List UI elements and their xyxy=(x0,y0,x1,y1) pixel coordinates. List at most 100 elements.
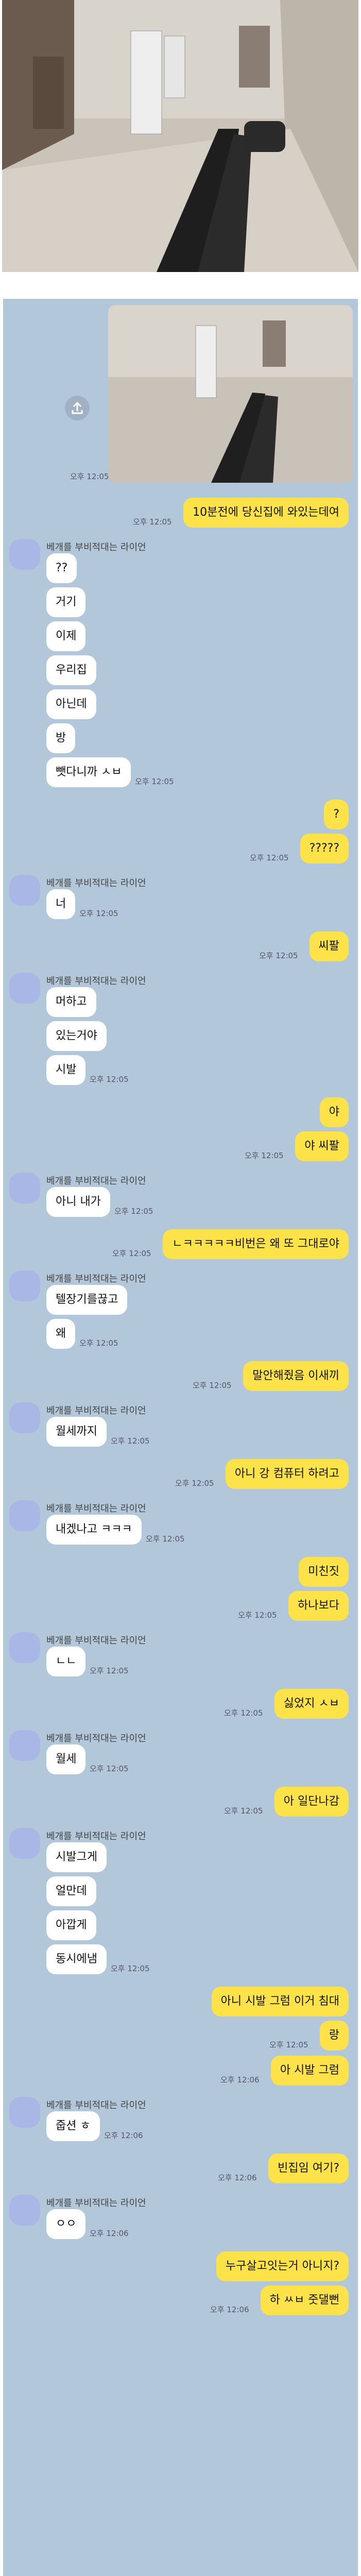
message-time: 오후 12:05 xyxy=(112,1249,151,1258)
message-time: 오후 12:06 xyxy=(220,2075,260,2084)
received-message[interactable]: 내겠나고 ㅋㅋㅋ xyxy=(46,1515,142,1545)
sent-message[interactable]: 아 일단나감 xyxy=(274,1787,349,1817)
sent-message[interactable]: 씨팔 xyxy=(309,931,349,961)
sent-message[interactable]: 아니 시발 그럼 이거 침대 xyxy=(211,1987,349,2016)
received-message[interactable]: 줍션 ㅎ xyxy=(46,2111,100,2141)
message-time: 오후 12:05 xyxy=(250,853,289,862)
avatar[interactable] xyxy=(9,1270,40,1301)
received-message[interactable]: 동시에냄 xyxy=(46,1944,107,1974)
sent-message[interactable]: 랑 xyxy=(319,2021,349,2050)
received-message[interactable]: ㄴㄴ xyxy=(46,1647,86,1676)
received-message[interactable]: 머하고 xyxy=(46,987,96,1017)
avatar[interactable] xyxy=(9,1173,40,1204)
sent-message[interactable]: 미친짓 xyxy=(299,1557,349,1587)
received-message[interactable]: 월세 xyxy=(46,1744,86,1774)
sender-name: 베개를 부비적대는 라이언 xyxy=(46,1176,146,1187)
message-time: 오후 12:05 xyxy=(245,1151,284,1160)
spacer xyxy=(0,272,361,299)
sender-name: 베개를 부비적대는 라이언 xyxy=(46,2100,146,2111)
received-message[interactable]: 얼만데 xyxy=(46,1876,96,1906)
received-message[interactable]: 너 xyxy=(46,889,76,919)
sent-message[interactable]: 누구살고잇는거 아니지? xyxy=(216,2251,349,2281)
message-time: 오후 12:05 xyxy=(224,1806,263,1816)
received-message[interactable]: ?? xyxy=(46,553,77,583)
message-time: 오후 12:05 xyxy=(259,951,298,960)
sent-message[interactable]: ????? xyxy=(300,834,349,863)
message-time: 오후 12:05 xyxy=(133,517,172,527)
sent-message[interactable]: ㄴㅋㅋㅋㅋㅋ비번은 왜 또 그대로야 xyxy=(163,1229,349,1259)
room-photo-image xyxy=(2,0,358,272)
chat-area[interactable]: 오후 12:05 10분전에 당신집에 와있는데여 오후 12:05 베개를 부비적… xyxy=(3,299,358,2576)
message-time: 오후 12:06 xyxy=(90,2229,129,2238)
sent-message[interactable]: 아니 강 컴퓨터 하려고 xyxy=(225,1459,349,1489)
received-message[interactable]: 아닌데 xyxy=(46,689,96,719)
received-message[interactable]: 우리집 xyxy=(46,655,96,685)
sender-name: 베개를 부비적대는 라이언 xyxy=(46,1733,146,1744)
sent-message[interactable]: 야 씨팔 xyxy=(295,1131,349,1161)
avatar[interactable] xyxy=(9,1828,40,1859)
received-message[interactable]: 시발그게 xyxy=(46,1842,107,1872)
message-time: 오후 12:05 xyxy=(90,1666,129,1675)
avatar[interactable] xyxy=(9,2195,40,2226)
received-message[interactable]: ㅇㅇ xyxy=(46,2209,86,2239)
message-time: 오후 12:06 xyxy=(210,2305,249,2314)
message-time: 오후 12:05 xyxy=(79,909,118,918)
sender-name: 베개를 부비적대는 라이언 xyxy=(46,2198,146,2209)
avatar[interactable] xyxy=(9,1730,40,1761)
message-time: 오후 12:05 xyxy=(193,1381,232,1390)
message-time: 오후 12:05 xyxy=(146,1534,185,1544)
avatar[interactable] xyxy=(9,973,40,1004)
avatar[interactable] xyxy=(9,539,40,570)
message-time: 오후 12:05 xyxy=(90,1764,129,1773)
sender-name: 베개를 부비적대는 라이언 xyxy=(46,542,146,553)
message-time: 오후 12:05 xyxy=(90,1075,129,1084)
message-time: 오후 12:05 xyxy=(175,1479,214,1488)
sent-message[interactable]: 싫었지 ㅅㅂ xyxy=(274,1689,349,1719)
message-time: 오후 12:05 xyxy=(238,1611,277,1620)
avatar[interactable] xyxy=(9,2097,40,2128)
sender-name: 베개를 부비적대는 라이언 xyxy=(46,1635,146,1646)
sent-message[interactable]: 아 시발 그럼 xyxy=(270,2056,349,2086)
message-time: 오후 12:05 xyxy=(70,472,109,481)
sender-name: 베개를 부비적대는 라이언 xyxy=(46,1274,146,1284)
sender-name: 베개를 부비적대는 라이언 xyxy=(46,1831,146,1842)
sender-name: 베개를 부비적대는 라이언 xyxy=(46,976,146,987)
received-message[interactable]: 왜 xyxy=(46,1319,76,1349)
sender-name: 베개를 부비적대는 라이언 xyxy=(46,1503,146,1514)
received-message[interactable]: 방 xyxy=(46,723,76,753)
avatar[interactable] xyxy=(9,1402,40,1433)
top-room-photo xyxy=(2,0,358,272)
received-message[interactable]: 월세까지 xyxy=(46,1417,107,1447)
message-time: 오후 12:06 xyxy=(218,2173,257,2182)
avatar[interactable] xyxy=(9,1500,40,1531)
message-time: 오후 12:05 xyxy=(224,1708,263,1718)
sent-message[interactable]: 하 ㅆㅂ 줏댈뻔 xyxy=(260,2285,349,2315)
received-message[interactable]: 아깝게 xyxy=(46,1910,96,1940)
sent-message[interactable]: 빈집임 여기? xyxy=(268,2154,349,2183)
received-message[interactable]: 거기 xyxy=(46,587,86,617)
avatar[interactable] xyxy=(9,1632,40,1663)
received-message[interactable]: 시발 xyxy=(46,1055,86,1085)
sent-message[interactable]: 야 xyxy=(319,1097,349,1127)
share-icon[interactable] xyxy=(65,396,90,420)
sender-name: 베개를 부비적대는 라이언 xyxy=(46,1405,146,1416)
received-message[interactable]: 있는거야 xyxy=(46,1021,107,1051)
message-time: 오후 12:06 xyxy=(104,2131,143,2140)
avatar[interactable] xyxy=(9,875,40,906)
message-time: 오후 12:05 xyxy=(114,1207,153,1216)
sent-message[interactable]: ? xyxy=(324,800,349,829)
message-time: 오후 12:05 xyxy=(111,1436,150,1446)
received-message[interactable]: 텔장기를끊고 xyxy=(46,1285,128,1315)
sent-photo[interactable] xyxy=(108,305,353,483)
sent-message[interactable]: 말안해줬음 이새끼 xyxy=(243,1361,349,1391)
received-message[interactable]: 뺏다니까 ㅅㅂ xyxy=(46,757,131,787)
message-time: 오후 12:05 xyxy=(269,2040,308,2049)
sender-name: 베개를 부비적대는 라이언 xyxy=(46,878,146,889)
received-message[interactable]: 이제 xyxy=(46,621,86,651)
message-time: 오후 12:05 xyxy=(111,1964,150,1973)
sent-message[interactable]: 10분전에 당신집에 와있는데여 xyxy=(183,498,349,528)
message-time: 오후 12:05 xyxy=(79,1338,118,1348)
received-message[interactable]: 아니 내가 xyxy=(46,1187,110,1217)
sent-message[interactable]: 하나보다 xyxy=(288,1591,349,1621)
message-time: 오후 12:05 xyxy=(135,777,174,786)
